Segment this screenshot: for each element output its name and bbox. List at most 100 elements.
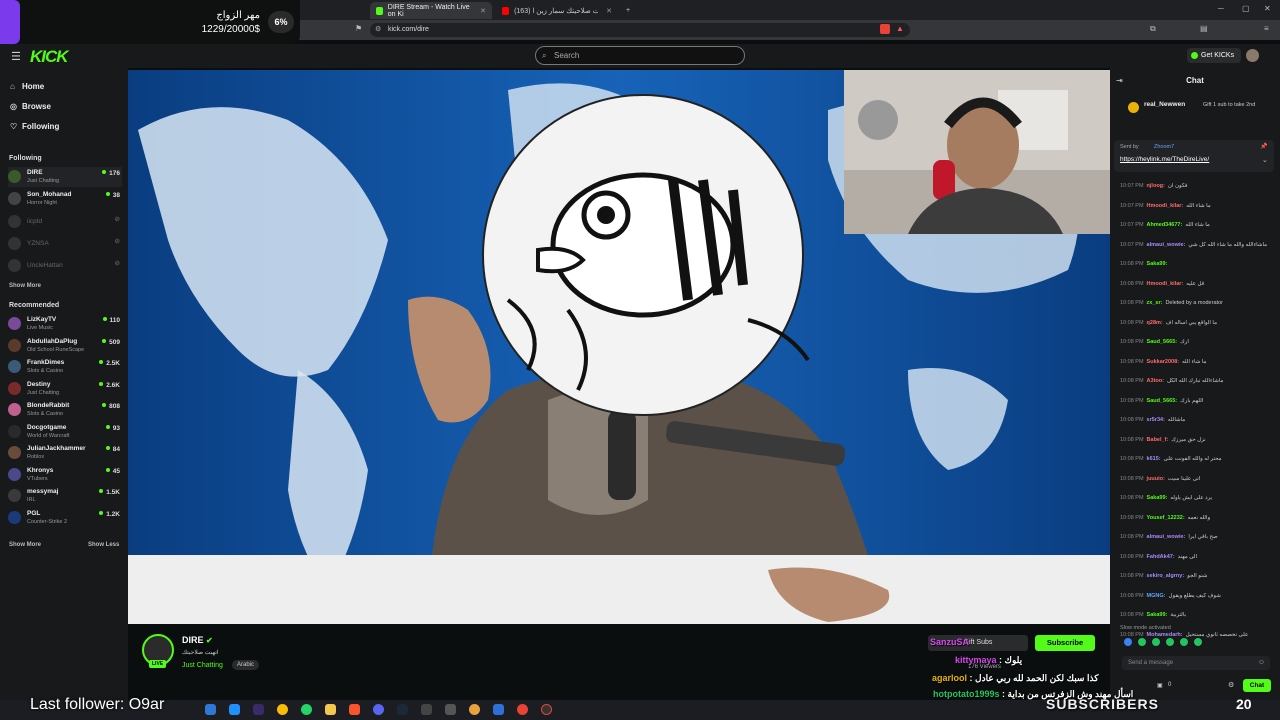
- message-username[interactable]: Saud_5665:: [1147, 398, 1178, 404]
- gift-sub-banner[interactable]: real_Newwen Gift 1 sub to take 2nd: [1118, 100, 1273, 120]
- rewards-icon[interactable]: ▲: [896, 24, 904, 33]
- video-player[interactable]: [128, 70, 1110, 624]
- sidebar-toggle-icon[interactable]: ▤: [1200, 24, 1208, 33]
- streamer-name[interactable]: DIRE ✔: [182, 635, 213, 645]
- kick-logo[interactable]: KICK: [30, 47, 69, 67]
- message-username[interactable]: Hmoodi_kilar:: [1147, 203, 1184, 209]
- app-icon[interactable]: [493, 704, 504, 715]
- chat-message[interactable]: 10:08 PM MGNG: شوف كيف يطلع ويقول: [1120, 593, 1278, 602]
- folder-icon[interactable]: [325, 704, 336, 715]
- bookmark-icon[interactable]: ⚑: [355, 24, 362, 33]
- sidebar-channel-offline[interactable]: YZNSA ⊘: [8, 234, 122, 254]
- window-close-icon[interactable]: ✕: [1264, 4, 1271, 13]
- brave-shield-icon[interactable]: [880, 24, 890, 34]
- extensions-icon[interactable]: ⧉: [1150, 24, 1156, 34]
- chrome-icon[interactable]: [517, 704, 528, 715]
- stream-tag[interactable]: Arabic: [232, 660, 260, 670]
- nav-home[interactable]: ⌂ Home: [10, 82, 44, 91]
- get-kicks-button[interactable]: Get KICKs: [1187, 48, 1241, 63]
- chat-message[interactable]: 10:08 PM almaui_wowie: صح باقي ايرا: [1120, 534, 1278, 543]
- sidebar-channel-offline[interactable]: iicptd ⊘: [8, 212, 122, 232]
- sidebar-channel-dire[interactable]: DIRE Just Chatting 176: [8, 167, 122, 187]
- emote-icon[interactable]: [1194, 638, 1202, 646]
- chat-message[interactable]: 10:08 PM FahdAk47: الى مهند: [1120, 554, 1278, 563]
- nav-browse[interactable]: ◎ Browse: [10, 102, 51, 111]
- emote-icon[interactable]: [1180, 638, 1188, 646]
- minimize-icon[interactable]: ─: [1218, 4, 1224, 13]
- hamburger-menu-icon[interactable]: ☰: [11, 50, 21, 63]
- chat-message[interactable]: 10:08 PM A3too: ماشاءالله تبارك الله الكل: [1120, 378, 1278, 387]
- chat-message[interactable]: 10:08 PM sekiro_algrny: شنو الجو: [1120, 573, 1278, 582]
- app-icon[interactable]: [205, 704, 216, 715]
- message-username[interactable]: Hmoodi_kilar:: [1147, 281, 1184, 287]
- app-icon[interactable]: [469, 704, 480, 715]
- browser-tab-active[interactable]: DIRE Stream - Watch Live on Ki ✕: [370, 2, 492, 19]
- search-input[interactable]: ⌕ Search: [535, 46, 745, 65]
- sidebar-recommended-channel[interactable]: BlondeRabbit Slots & Casino 808: [8, 400, 122, 420]
- close-tab-icon[interactable]: ✕: [606, 7, 612, 15]
- stream-category[interactable]: Just Chatting: [182, 662, 223, 669]
- nav-following[interactable]: ♡ Following: [10, 122, 59, 131]
- chat-message[interactable]: 10:08 PM Babel_f: نزل حق ميرزك: [1120, 437, 1278, 446]
- pinned-link[interactable]: https://heylink.me/TheDireLive/: [1120, 156, 1209, 163]
- chat-message[interactable]: 10:07 PM Ahmed34677: ما شاء الله: [1120, 222, 1278, 231]
- chat-message-input[interactable]: Send a message ☺: [1122, 656, 1270, 670]
- message-username[interactable]: almaui_wowie:: [1147, 534, 1186, 540]
- chat-settings-icon[interactable]: ⚙: [1228, 681, 1234, 689]
- message-username[interactable]: zx_sr:: [1147, 300, 1163, 306]
- new-tab-button[interactable]: +: [620, 2, 634, 19]
- user-avatar[interactable]: [1246, 49, 1259, 62]
- message-username[interactable]: sekiro_algrny:: [1147, 573, 1185, 579]
- message-username[interactable]: Mohamedarh:: [1147, 632, 1183, 638]
- chat-message[interactable]: 10:08 PM Saka99: بالتربية: [1120, 612, 1278, 621]
- message-username[interactable]: sr5r34:: [1147, 417, 1165, 423]
- chat-message[interactable]: 10:08 PM Saud_5665: ارك: [1120, 339, 1278, 348]
- message-username[interactable]: Ahmed34677:: [1147, 222, 1183, 228]
- sidebar-recommended-channel[interactable]: Destiny Just Chatting 2.6K: [8, 379, 122, 399]
- message-username[interactable]: Sukkar2008:: [1147, 359, 1179, 365]
- message-username[interactable]: FahdAk47:: [1147, 554, 1175, 560]
- chat-message[interactable]: 10:08 PM q28m: ما الواقع يبي اسأله اف: [1120, 320, 1278, 329]
- emote-icon[interactable]: [1166, 638, 1174, 646]
- emote-icon[interactable]: [1152, 638, 1160, 646]
- send-chat-button[interactable]: Chat: [1243, 679, 1271, 692]
- sidebar-recommended-channel[interactable]: PGL Counter-Strike 2 1.2K: [8, 508, 122, 528]
- chat-message[interactable]: 10:08 PM Yousef_12232: والله نعمه: [1120, 515, 1278, 524]
- chat-message[interactable]: 10:07 PM almaui_wowie: ماشاءالله والله ما …: [1120, 242, 1278, 251]
- chat-message[interactable]: 10:08 PM k615: محتر له والله الفونت على: [1120, 456, 1278, 465]
- obs-icon[interactable]: [541, 704, 552, 715]
- sidebar-recommended-channel[interactable]: FrankDimes Slots & Casino 2.5K: [8, 357, 122, 377]
- message-username[interactable]: MGNG:: [1147, 593, 1166, 599]
- message-username[interactable]: Yousef_12232:: [1147, 515, 1185, 521]
- sidebar-recommended-channel[interactable]: Khronys VTubers 45: [8, 465, 122, 485]
- site-info-icon[interactable]: ⚙: [375, 23, 381, 37]
- maximize-icon[interactable]: ▢: [1242, 4, 1250, 13]
- message-username[interactable]: Saud_5665:: [1147, 339, 1178, 345]
- app-icon[interactable]: [229, 704, 240, 715]
- kicks-icon[interactable]: ▣: [1157, 682, 1163, 689]
- url-field[interactable]: ⚙ kick.com/dire: [370, 23, 910, 37]
- sidebar-recommended-channel[interactable]: LizKayTV Live Music 110: [8, 314, 122, 334]
- brave-icon[interactable]: [349, 704, 360, 715]
- whatsapp-icon[interactable]: [301, 704, 312, 715]
- emoji-icon[interactable]: ☺: [1258, 656, 1265, 670]
- sidebar-channel[interactable]: Son_Mohanad Horror Night 38: [8, 189, 122, 209]
- message-username[interactable]: k615:: [1147, 456, 1161, 462]
- steam-icon[interactable]: [397, 704, 408, 715]
- sidebar-channel-offline[interactable]: UncleHattan ⊘: [8, 256, 122, 276]
- chat-message[interactable]: 10:08 PM zx_sr: Deleted by a moderator: [1120, 300, 1278, 309]
- sidebar-recommended-channel[interactable]: Docgotgame World of Warcraft 93: [8, 422, 122, 442]
- emote-icon[interactable]: [1138, 638, 1146, 646]
- show-more-recommended-button[interactable]: Show More: [9, 542, 41, 548]
- chevron-down-icon[interactable]: ⌄: [1262, 156, 1268, 164]
- sidebar-recommended-channel[interactable]: AbdullahDaPlug Old School RuneScape 509: [8, 336, 122, 356]
- message-username[interactable]: Babel_f:: [1147, 437, 1169, 443]
- premiere-icon[interactable]: [253, 704, 264, 715]
- message-username[interactable]: juuuio:: [1147, 476, 1165, 482]
- message-username[interactable]: Saka99:: [1147, 261, 1168, 267]
- chat-message[interactable]: 10:08 PM Hmoodi_kilar: قل عليه: [1120, 281, 1278, 290]
- app-icon[interactable]: [421, 704, 432, 715]
- chat-message[interactable]: 10:08 PM Saka99: يرد على ايش ياوله: [1120, 495, 1278, 504]
- close-tab-icon[interactable]: ✕: [480, 7, 486, 15]
- browser-tab[interactable]: (163) اتهبت صلاحيتك سمار زين ا - me ✕: [496, 2, 618, 19]
